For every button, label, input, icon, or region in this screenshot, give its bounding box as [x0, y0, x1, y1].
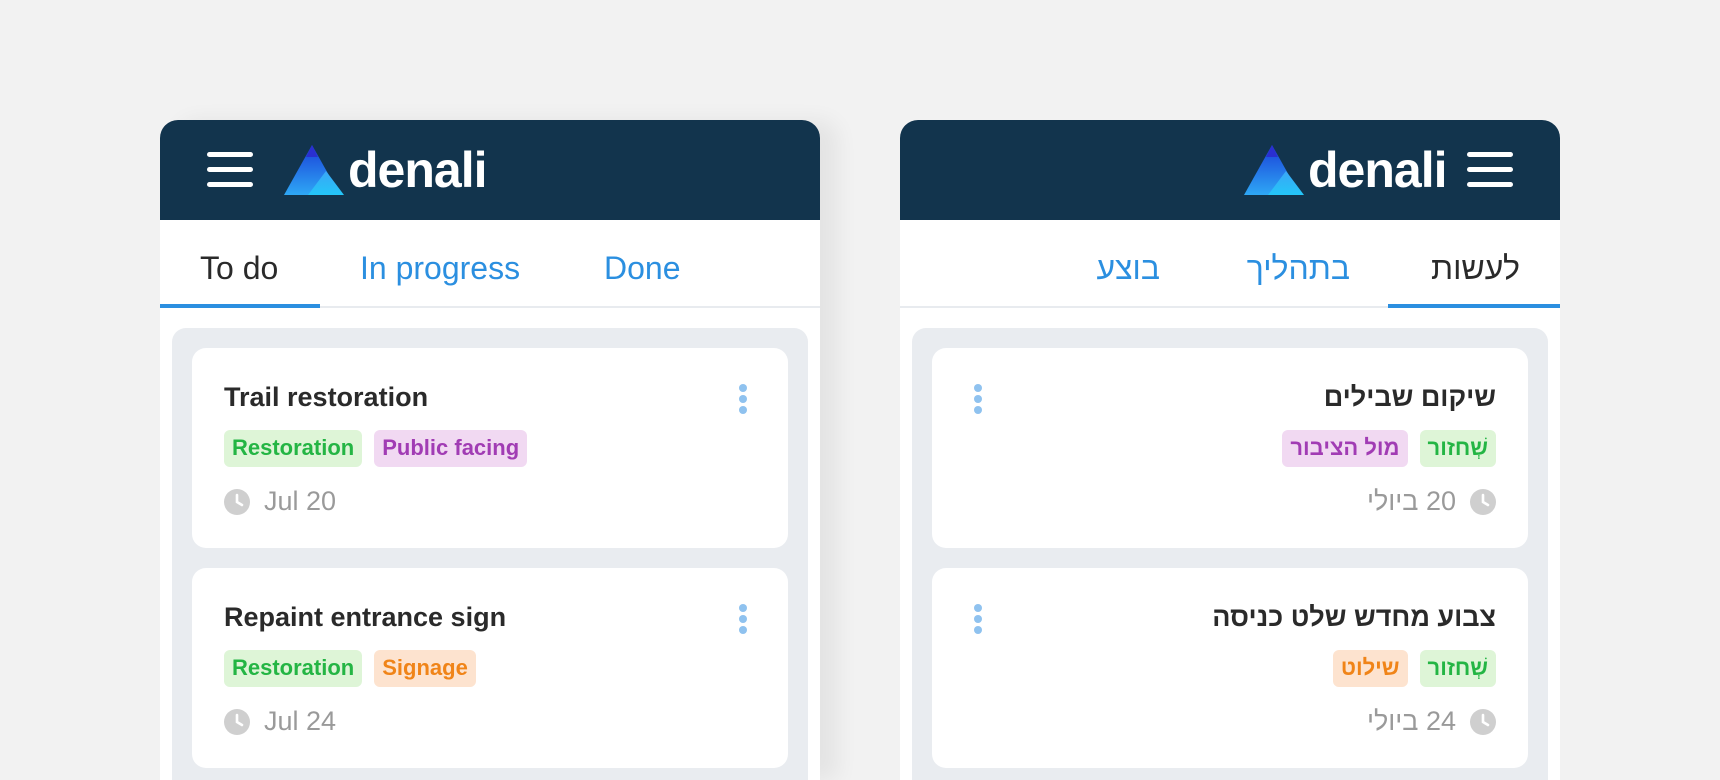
tag-public-facing: מול הציבור: [1282, 430, 1408, 467]
ltr-app-window: denali To do In progress Done Trail rest…: [160, 120, 820, 780]
card-title: Trail restoration: [224, 382, 429, 412]
brand-name: denali: [348, 142, 487, 198]
tab-in-progress[interactable]: בתהליך: [1247, 250, 1350, 287]
tag-restoration: שְׁחזור: [1419, 430, 1496, 467]
top-bar: denali: [160, 120, 820, 220]
hamburger-menu-icon[interactable]: [207, 152, 253, 188]
card-title: שיקום שבילים: [1323, 382, 1496, 412]
card-title: צבוע מחדש שלט כניסה: [1212, 602, 1496, 632]
task-card[interactable]: שיקום שבילים שְׁחזור מול הציבור 20 ביולי: [932, 348, 1528, 548]
rtl-app-window: denali לעשות בתהליך בוצע שיקום שבילים שְ…: [900, 120, 1560, 780]
tag-list: Restoration Public facing: [224, 430, 528, 467]
card-title: Repaint entrance sign: [224, 602, 507, 632]
tab-to-do[interactable]: לעשות: [1431, 250, 1520, 287]
tag-public-facing: Public facing: [374, 430, 528, 467]
tag-signage: Signage: [374, 650, 476, 687]
tag-list: שְׁחזור שילוט: [1332, 650, 1496, 687]
tag-restoration: Restoration: [224, 650, 363, 687]
top-bar: denali: [900, 120, 1560, 220]
tab-done[interactable]: Done: [604, 250, 681, 287]
brand-logo[interactable]: denali: [1242, 142, 1447, 198]
hamburger-menu-icon[interactable]: [1467, 152, 1513, 188]
task-card[interactable]: Trail restoration Restoration Public fac…: [192, 348, 788, 548]
due-date: Jul 24: [224, 706, 336, 737]
clock-icon: [1470, 488, 1496, 515]
tab-to-do[interactable]: To do: [200, 250, 278, 287]
tab-done[interactable]: בוצע: [1096, 250, 1160, 287]
tag-restoration: Restoration: [224, 430, 363, 467]
more-options-icon[interactable]: [738, 382, 748, 416]
status-tabs: To do In progress Done: [160, 220, 820, 308]
due-date-label: 20 ביולי: [1366, 486, 1456, 516]
due-date-label: 24 ביולי: [1366, 706, 1456, 736]
brand-logo[interactable]: denali: [282, 142, 487, 198]
active-tab-indicator: [1388, 304, 1560, 308]
due-date-label: Jul 24: [264, 706, 337, 736]
brand-name: denali: [1308, 142, 1447, 198]
tab-in-progress[interactable]: In progress: [360, 250, 520, 287]
status-tabs: לעשות בתהליך בוצע: [900, 220, 1560, 308]
task-column: Trail restoration Restoration Public fac…: [172, 328, 808, 780]
due-date-label: Jul 20: [264, 486, 337, 516]
tag-list: Restoration Signage: [224, 650, 476, 687]
clock-icon: [224, 488, 250, 515]
task-card[interactable]: צבוע מחדש שלט כניסה שְׁחזור שילוט 24 ביו…: [932, 568, 1528, 768]
due-date: Jul 20: [224, 486, 336, 517]
more-options-icon[interactable]: [738, 602, 748, 636]
task-card[interactable]: Repaint entrance sign Restoration Signag…: [192, 568, 788, 768]
mountain-logo-icon: [284, 145, 344, 195]
mountain-logo-icon: [1244, 145, 1304, 195]
due-date: 24 ביולי: [1367, 706, 1496, 737]
due-date: 20 ביולי: [1367, 486, 1496, 517]
task-column: שיקום שבילים שְׁחזור מול הציבור 20 ביולי…: [912, 328, 1548, 780]
clock-icon: [1470, 708, 1496, 735]
more-options-icon[interactable]: [973, 602, 983, 636]
active-tab-indicator: [160, 304, 320, 308]
more-options-icon[interactable]: [973, 382, 983, 416]
tag-restoration: שְׁחזור: [1419, 650, 1496, 687]
tag-signage: שילוט: [1332, 650, 1408, 687]
tag-list: שְׁחזור מול הציבור: [1282, 430, 1496, 467]
clock-icon: [224, 708, 250, 735]
